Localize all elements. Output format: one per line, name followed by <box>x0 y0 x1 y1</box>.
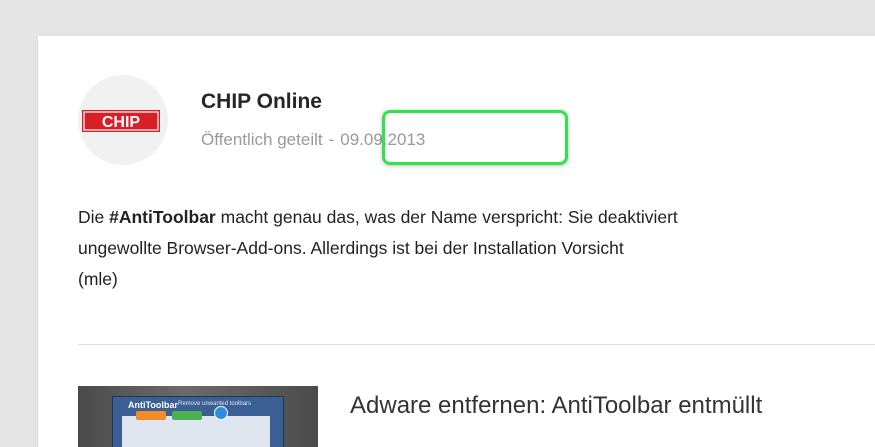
post-text-suffix: macht genau das, was der Name verspricht… <box>215 207 678 227</box>
thumbnail-globe-icon <box>214 406 228 420</box>
chip-logo[interactable]: CHIP <box>82 110 160 132</box>
content-divider <box>78 344 875 345</box>
chip-logo-text: CHIP <box>102 114 141 131</box>
visibility-label: Öffentlich geteilt <box>201 130 323 149</box>
link-preview-title[interactable]: Adware entfernen: AntiToolbar entmüllt <box>350 392 762 420</box>
thumbnail-subtitle: Remove unwanted toolbars <box>178 401 252 407</box>
meta-separator: - <box>328 130 335 149</box>
link-preview-thumbnail[interactable]: AntiToolbar Remove unwanted toolbars <box>78 386 318 447</box>
hashtag-link[interactable]: #AntiToolbar <box>109 207 216 227</box>
post-text-line-2: ungewollte Browser-Add-ons. Allerdings i… <box>78 238 624 258</box>
post-text-line-1: Die #AntiToolbar macht genau das, was de… <box>78 202 875 233</box>
thumbnail-panel <box>122 416 270 447</box>
thumbnail-tab-orange <box>136 411 166 420</box>
author-name[interactable]: CHIP Online <box>201 90 322 114</box>
post-body: Die #AntiToolbar macht genau das, was de… <box>78 202 875 295</box>
thumbnail-title: AntiToolbar <box>128 400 178 410</box>
post-text-line-3: (mle) <box>78 269 118 289</box>
thumbnail-tab-green <box>172 411 202 420</box>
date-highlight-box <box>382 110 568 165</box>
post-text-prefix: Die <box>78 207 110 227</box>
